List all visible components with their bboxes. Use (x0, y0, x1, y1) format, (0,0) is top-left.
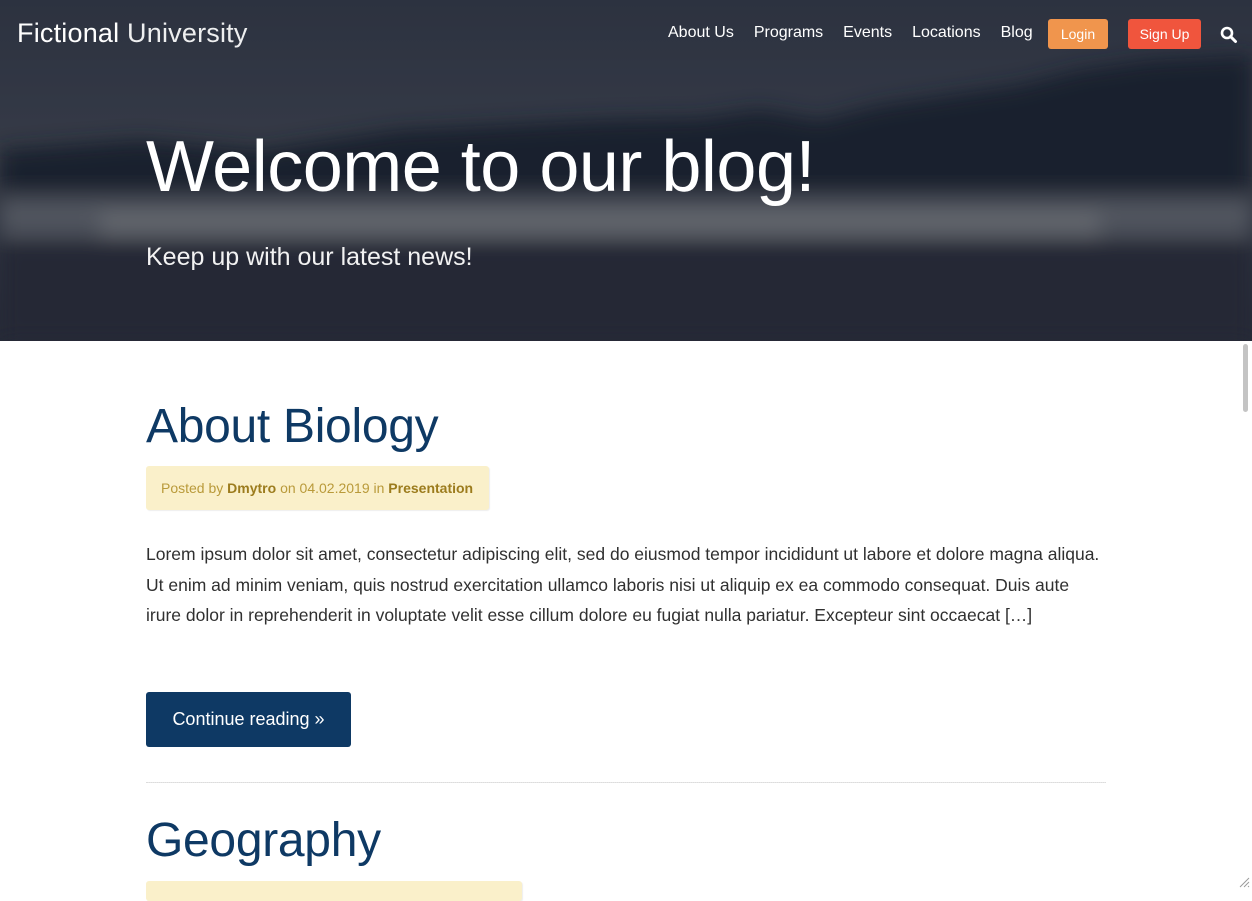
search-icon[interactable] (1220, 26, 1238, 44)
scrollbar-thumb[interactable] (1243, 344, 1248, 412)
meta-on: on (280, 480, 296, 496)
site-header: Fictional University About Us Programs E… (0, 0, 1252, 70)
logo-light-text: University (127, 18, 248, 48)
nav-link-locations[interactable]: Locations (912, 24, 981, 42)
sign-up-button[interactable]: Sign Up (1128, 19, 1201, 49)
post-title-link[interactable]: Geography (146, 817, 381, 865)
logo-strong-text: Fictional (17, 18, 120, 48)
post-meta: Posted by Dmytro on 04.02.2019 in Presen… (146, 466, 490, 510)
meta-in: in (373, 480, 385, 496)
post-divider (146, 782, 1106, 783)
meta-date: 04.02.2019 (299, 480, 370, 496)
site-logo[interactable]: Fictional University (17, 18, 248, 49)
nav-link-blog[interactable]: Blog (1001, 24, 1033, 42)
page-title: Welcome to our blog! (146, 127, 816, 207)
continue-reading-button[interactable]: Continue reading » (146, 692, 351, 747)
meta-category-link[interactable]: Presentation (388, 480, 473, 496)
login-button[interactable]: Login (1048, 19, 1108, 49)
nav-link-programs[interactable]: Programs (754, 24, 823, 42)
resize-grip-icon[interactable] (1238, 876, 1250, 888)
meta-posted-by: Posted by (161, 480, 224, 496)
post-meta (146, 881, 522, 901)
main-nav: About Us Programs Events Locations Blog (668, 24, 1053, 42)
nav-link-events[interactable]: Events (843, 24, 892, 42)
post-title-link[interactable]: About Biology (146, 403, 439, 451)
page-subtitle: Keep up with our latest news! (146, 243, 473, 271)
meta-author-link[interactable]: Dmytro (227, 480, 276, 496)
post-excerpt: Lorem ipsum dolor sit amet, consectetur … (146, 544, 1100, 625)
nav-link-about-us[interactable]: About Us (668, 24, 734, 42)
